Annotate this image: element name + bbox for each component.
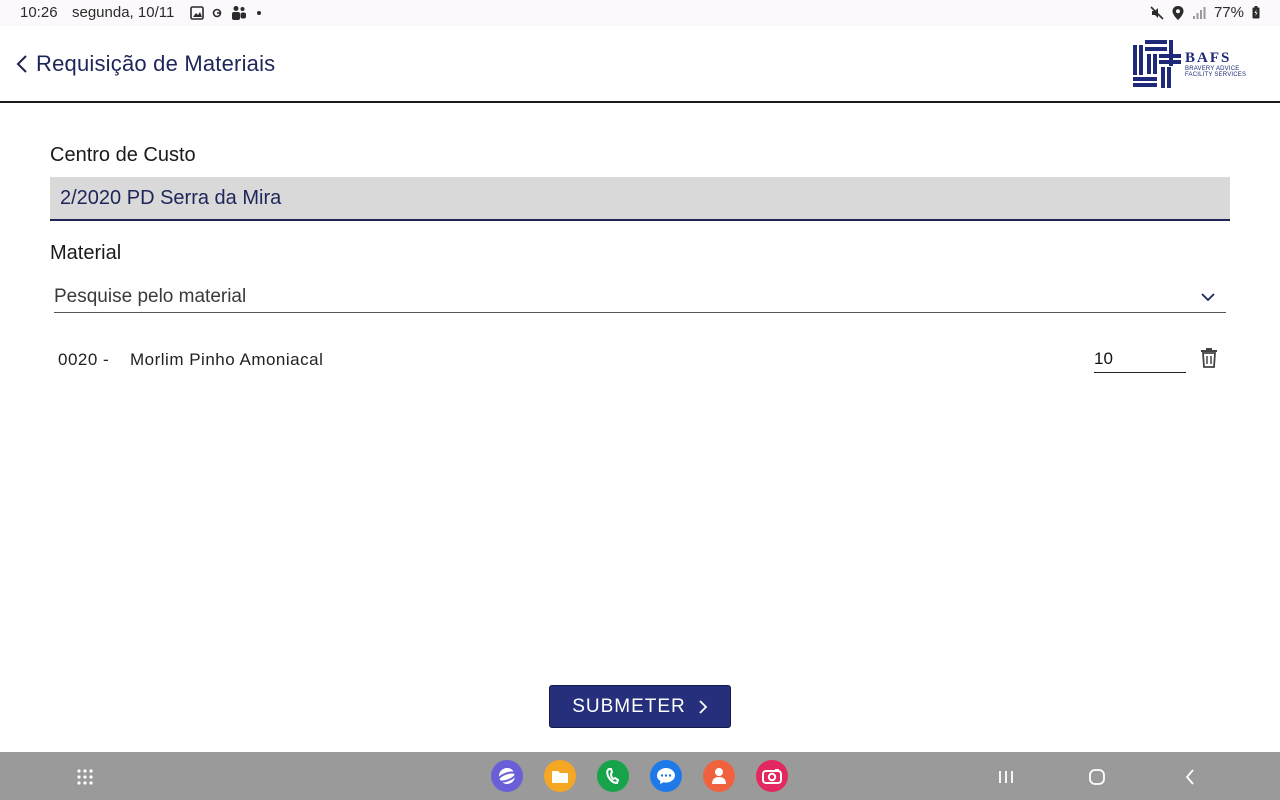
quantity-input[interactable] xyxy=(1094,346,1186,373)
location-icon xyxy=(1172,5,1184,20)
cost-center-value: 2/2020 PD Serra da Mira xyxy=(60,186,282,209)
recent-apps-icon xyxy=(999,771,1013,783)
notification-icons xyxy=(190,5,262,21)
delete-button[interactable] xyxy=(1200,347,1220,371)
phone-icon[interactable] xyxy=(597,760,629,792)
chevron-right-icon xyxy=(699,699,708,714)
cost-center-label: Centro de Custo xyxy=(50,144,196,166)
files-icon[interactable] xyxy=(544,760,576,792)
submit-label: SUBMETER xyxy=(572,695,686,717)
app-header: Requisição de Materiais BAFS BRAVERY ADV… xyxy=(0,26,1280,103)
back-button[interactable] xyxy=(10,50,34,78)
logo-name: BAFS xyxy=(1185,49,1232,66)
cost-center-field[interactable]: 2/2020 PD Serra da Mira xyxy=(50,177,1230,221)
page-title: Requisição de Materiais xyxy=(36,51,276,76)
chevron-left-icon xyxy=(16,55,27,73)
status-bar: 10:26 segunda, 10/11 77% xyxy=(0,0,1280,26)
messages-icon[interactable] xyxy=(650,760,682,792)
material-name: Morlim Pinho Amoniacal xyxy=(130,350,324,369)
system-navigation-bar xyxy=(0,752,1280,800)
trash-icon xyxy=(1201,348,1217,368)
material-search-placeholder: Pesquise pelo material xyxy=(54,286,247,307)
battery-percentage: 77% xyxy=(1213,4,1244,21)
google-icon xyxy=(212,8,222,18)
logo-wordmark: BAFS BRAVERY ADVICE FACILITY SERVICES xyxy=(1185,49,1247,78)
status-time: 10:26 xyxy=(20,4,58,21)
mute-icon xyxy=(1150,5,1164,20)
chevron-down-icon[interactable] xyxy=(1200,290,1216,304)
home-icon xyxy=(1089,769,1105,785)
bafs-logo-mark-icon xyxy=(1133,40,1181,88)
app-dock xyxy=(491,760,788,792)
logo-line2: FACILITY SERVICES xyxy=(1185,71,1247,78)
bafs-logo: BAFS BRAVERY ADVICE FACILITY SERVICES xyxy=(1133,39,1253,89)
back-arrow-icon xyxy=(1185,769,1194,785)
home-button[interactable] xyxy=(1086,766,1108,788)
status-date: segunda, 10/11 xyxy=(72,4,175,21)
logo-line1: BRAVERY ADVICE xyxy=(1185,65,1240,72)
material-label: Material xyxy=(50,242,122,264)
app-drawer-icon[interactable] xyxy=(75,767,95,787)
system-back-button[interactable] xyxy=(1179,766,1201,788)
recent-apps-button[interactable] xyxy=(995,766,1017,788)
more-notifications-icon xyxy=(256,10,262,16)
system-status-icons: 77% xyxy=(1150,4,1260,21)
list-item: 0020 - Morlim Pinho Amoniacal xyxy=(58,346,1228,376)
teams-icon xyxy=(230,5,248,21)
submit-button[interactable]: SUBMETER xyxy=(549,685,731,728)
signal-icon xyxy=(1192,6,1206,19)
material-code: 0020 - xyxy=(58,350,110,369)
battery-icon xyxy=(1252,6,1260,19)
camera-icon[interactable] xyxy=(756,760,788,792)
gallery-icon xyxy=(190,6,204,20)
contacts-icon[interactable] xyxy=(703,760,735,792)
browser-icon[interactable] xyxy=(491,760,523,792)
material-search-dropdown[interactable]: Pesquise pelo material xyxy=(54,282,1226,313)
